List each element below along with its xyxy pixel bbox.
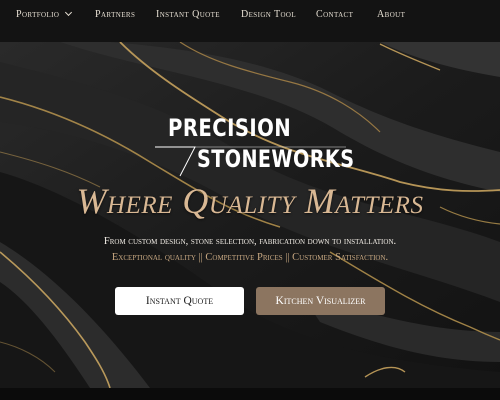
- page: Portfolio Partners Instant Quote Design …: [0, 0, 500, 400]
- instant-quote-button[interactable]: Instant Quote: [115, 287, 244, 315]
- kitchen-visualizer-button[interactable]: Kitchen Visualizer: [256, 287, 385, 315]
- chevron-down-icon[interactable]: [65, 8, 73, 17]
- bottom-band: [0, 388, 500, 400]
- logo: PRECISION STONEWORKS: [150, 114, 354, 184]
- hero-tagline: Where Quality Matters: [76, 181, 424, 221]
- hero-subtitle: From custom design, stone selection, fab…: [103, 236, 397, 247]
- nav-item-label: Portfolio: [16, 9, 60, 20]
- top-nav: Portfolio Partners Instant Quote Design …: [0, 0, 500, 42]
- hero-highlights: Exceptional quality || Competitive Price…: [111, 252, 389, 263]
- logo-line-precision: PRECISION: [168, 114, 292, 142]
- nav-item-instant-quote[interactable]: Instant Quote: [156, 9, 220, 20]
- nav-item-design-tool[interactable]: Design Tool: [241, 9, 296, 20]
- nav-item-portfolio[interactable]: Portfolio: [16, 8, 73, 20]
- logo-line-stoneworks: STONEWORKS: [197, 145, 355, 173]
- nav-item-contact[interactable]: Contact: [316, 9, 353, 20]
- nav-item-about[interactable]: About: [377, 9, 405, 20]
- nav-item-partners[interactable]: Partners: [95, 9, 135, 20]
